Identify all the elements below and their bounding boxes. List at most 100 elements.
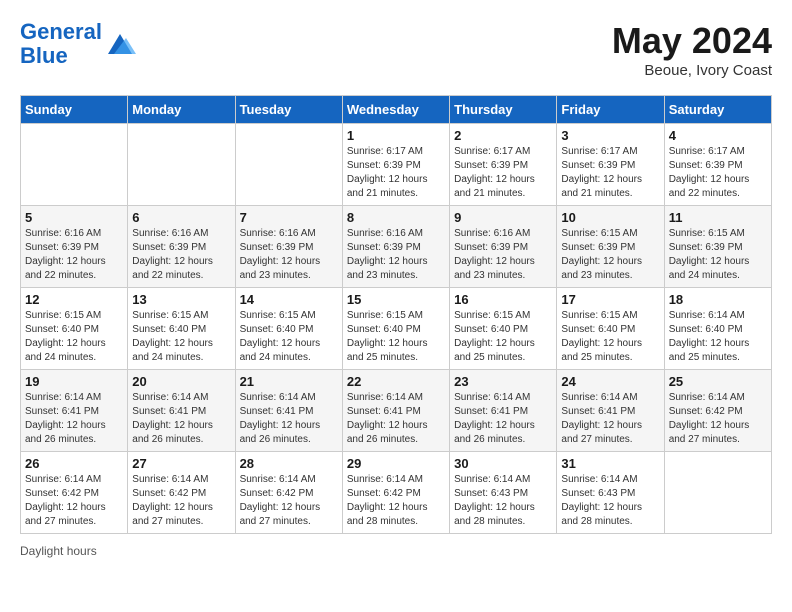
calendar-cell: 21 Sunrise: 6:14 AMSunset: 6:41 PMDaylig… (235, 370, 342, 452)
day-number: 25 (669, 374, 767, 389)
day-info: Sunrise: 6:14 AMSunset: 6:42 PMDaylight:… (240, 473, 338, 529)
calendar-cell: 30 Sunrise: 6:14 AMSunset: 6:43 PMDaylig… (450, 452, 557, 534)
header-wednesday: Wednesday (342, 96, 449, 124)
calendar-cell (21, 124, 128, 206)
day-info: Sunrise: 6:17 AMSunset: 6:39 PMDaylight:… (347, 145, 445, 201)
logo: GeneralBlue (20, 20, 136, 68)
day-number: 17 (561, 292, 659, 307)
day-info: Sunrise: 6:15 AMSunset: 6:39 PMDaylight:… (669, 227, 767, 283)
calendar-cell: 16 Sunrise: 6:15 AMSunset: 6:40 PMDaylig… (450, 288, 557, 370)
day-number: 5 (25, 210, 123, 225)
location-title: Beoue, Ivory Coast (612, 62, 772, 79)
calendar-cell: 24 Sunrise: 6:14 AMSunset: 6:41 PMDaylig… (557, 370, 664, 452)
day-info: Sunrise: 6:16 AMSunset: 6:39 PMDaylight:… (347, 227, 445, 283)
day-number: 1 (347, 128, 445, 143)
day-info: Sunrise: 6:14 AMSunset: 6:40 PMDaylight:… (669, 309, 767, 365)
day-number: 29 (347, 456, 445, 471)
calendar-cell: 29 Sunrise: 6:14 AMSunset: 6:42 PMDaylig… (342, 452, 449, 534)
header-monday: Monday (128, 96, 235, 124)
calendar-cell: 20 Sunrise: 6:14 AMSunset: 6:41 PMDaylig… (128, 370, 235, 452)
calendar-cell: 13 Sunrise: 6:15 AMSunset: 6:40 PMDaylig… (128, 288, 235, 370)
day-info: Sunrise: 6:15 AMSunset: 6:40 PMDaylight:… (132, 309, 230, 365)
header-thursday: Thursday (450, 96, 557, 124)
header-sunday: Sunday (21, 96, 128, 124)
calendar-header-row: Sunday Monday Tuesday Wednesday Thursday… (21, 96, 772, 124)
calendar-cell: 17 Sunrise: 6:15 AMSunset: 6:40 PMDaylig… (557, 288, 664, 370)
calendar-cell: 5 Sunrise: 6:16 AMSunset: 6:39 PMDayligh… (21, 206, 128, 288)
day-info: Sunrise: 6:17 AMSunset: 6:39 PMDaylight:… (561, 145, 659, 201)
day-info: Sunrise: 6:16 AMSunset: 6:39 PMDaylight:… (25, 227, 123, 283)
logo-icon (104, 30, 136, 58)
day-info: Sunrise: 6:16 AMSunset: 6:39 PMDaylight:… (132, 227, 230, 283)
day-number: 31 (561, 456, 659, 471)
title-block: May 2024 Beoue, Ivory Coast (612, 20, 772, 79)
calendar-cell: 8 Sunrise: 6:16 AMSunset: 6:39 PMDayligh… (342, 206, 449, 288)
calendar-cell: 27 Sunrise: 6:14 AMSunset: 6:42 PMDaylig… (128, 452, 235, 534)
day-info: Sunrise: 6:14 AMSunset: 6:42 PMDaylight:… (25, 473, 123, 529)
calendar-cell (235, 124, 342, 206)
day-number: 28 (240, 456, 338, 471)
day-info: Sunrise: 6:15 AMSunset: 6:40 PMDaylight:… (347, 309, 445, 365)
calendar-cell: 26 Sunrise: 6:14 AMSunset: 6:42 PMDaylig… (21, 452, 128, 534)
calendar-cell: 6 Sunrise: 6:16 AMSunset: 6:39 PMDayligh… (128, 206, 235, 288)
calendar-cell: 23 Sunrise: 6:14 AMSunset: 6:41 PMDaylig… (450, 370, 557, 452)
day-number: 20 (132, 374, 230, 389)
day-info: Sunrise: 6:14 AMSunset: 6:42 PMDaylight:… (347, 473, 445, 529)
header-saturday: Saturday (664, 96, 771, 124)
day-number: 13 (132, 292, 230, 307)
calendar-cell: 25 Sunrise: 6:14 AMSunset: 6:42 PMDaylig… (664, 370, 771, 452)
header-tuesday: Tuesday (235, 96, 342, 124)
day-number: 19 (25, 374, 123, 389)
calendar-cell: 19 Sunrise: 6:14 AMSunset: 6:41 PMDaylig… (21, 370, 128, 452)
day-info: Sunrise: 6:15 AMSunset: 6:40 PMDaylight:… (561, 309, 659, 365)
calendar-week-row: 19 Sunrise: 6:14 AMSunset: 6:41 PMDaylig… (21, 370, 772, 452)
day-info: Sunrise: 6:15 AMSunset: 6:39 PMDaylight:… (561, 227, 659, 283)
calendar-week-row: 1 Sunrise: 6:17 AMSunset: 6:39 PMDayligh… (21, 124, 772, 206)
calendar-cell (128, 124, 235, 206)
calendar-cell: 12 Sunrise: 6:15 AMSunset: 6:40 PMDaylig… (21, 288, 128, 370)
calendar-cell: 31 Sunrise: 6:14 AMSunset: 6:43 PMDaylig… (557, 452, 664, 534)
calendar-cell: 10 Sunrise: 6:15 AMSunset: 6:39 PMDaylig… (557, 206, 664, 288)
day-info: Sunrise: 6:14 AMSunset: 6:43 PMDaylight:… (561, 473, 659, 529)
calendar-cell: 22 Sunrise: 6:14 AMSunset: 6:41 PMDaylig… (342, 370, 449, 452)
header-friday: Friday (557, 96, 664, 124)
day-number: 9 (454, 210, 552, 225)
day-info: Sunrise: 6:14 AMSunset: 6:41 PMDaylight:… (25, 391, 123, 447)
day-info: Sunrise: 6:16 AMSunset: 6:39 PMDaylight:… (240, 227, 338, 283)
day-info: Sunrise: 6:14 AMSunset: 6:41 PMDaylight:… (240, 391, 338, 447)
calendar-week-row: 5 Sunrise: 6:16 AMSunset: 6:39 PMDayligh… (21, 206, 772, 288)
day-info: Sunrise: 6:15 AMSunset: 6:40 PMDaylight:… (240, 309, 338, 365)
day-number: 27 (132, 456, 230, 471)
calendar-cell: 18 Sunrise: 6:14 AMSunset: 6:40 PMDaylig… (664, 288, 771, 370)
day-number: 8 (347, 210, 445, 225)
day-number: 10 (561, 210, 659, 225)
calendar-cell: 3 Sunrise: 6:17 AMSunset: 6:39 PMDayligh… (557, 124, 664, 206)
footer: Daylight hours (20, 544, 772, 558)
day-number: 23 (454, 374, 552, 389)
day-number: 12 (25, 292, 123, 307)
day-number: 6 (132, 210, 230, 225)
calendar-cell: 28 Sunrise: 6:14 AMSunset: 6:42 PMDaylig… (235, 452, 342, 534)
day-info: Sunrise: 6:14 AMSunset: 6:41 PMDaylight:… (454, 391, 552, 447)
day-number: 21 (240, 374, 338, 389)
calendar-week-row: 26 Sunrise: 6:14 AMSunset: 6:42 PMDaylig… (21, 452, 772, 534)
calendar-cell: 2 Sunrise: 6:17 AMSunset: 6:39 PMDayligh… (450, 124, 557, 206)
day-number: 4 (669, 128, 767, 143)
day-info: Sunrise: 6:15 AMSunset: 6:40 PMDaylight:… (25, 309, 123, 365)
day-number: 24 (561, 374, 659, 389)
day-number: 16 (454, 292, 552, 307)
day-number: 22 (347, 374, 445, 389)
day-info: Sunrise: 6:14 AMSunset: 6:43 PMDaylight:… (454, 473, 552, 529)
day-number: 26 (25, 456, 123, 471)
day-info: Sunrise: 6:15 AMSunset: 6:40 PMDaylight:… (454, 309, 552, 365)
month-title: May 2024 (612, 20, 772, 62)
day-number: 30 (454, 456, 552, 471)
logo-text: GeneralBlue (20, 20, 102, 68)
day-info: Sunrise: 6:14 AMSunset: 6:41 PMDaylight:… (347, 391, 445, 447)
calendar-week-row: 12 Sunrise: 6:15 AMSunset: 6:40 PMDaylig… (21, 288, 772, 370)
day-info: Sunrise: 6:14 AMSunset: 6:41 PMDaylight:… (132, 391, 230, 447)
calendar-cell: 4 Sunrise: 6:17 AMSunset: 6:39 PMDayligh… (664, 124, 771, 206)
day-number: 3 (561, 128, 659, 143)
day-info: Sunrise: 6:16 AMSunset: 6:39 PMDaylight:… (454, 227, 552, 283)
day-number: 2 (454, 128, 552, 143)
